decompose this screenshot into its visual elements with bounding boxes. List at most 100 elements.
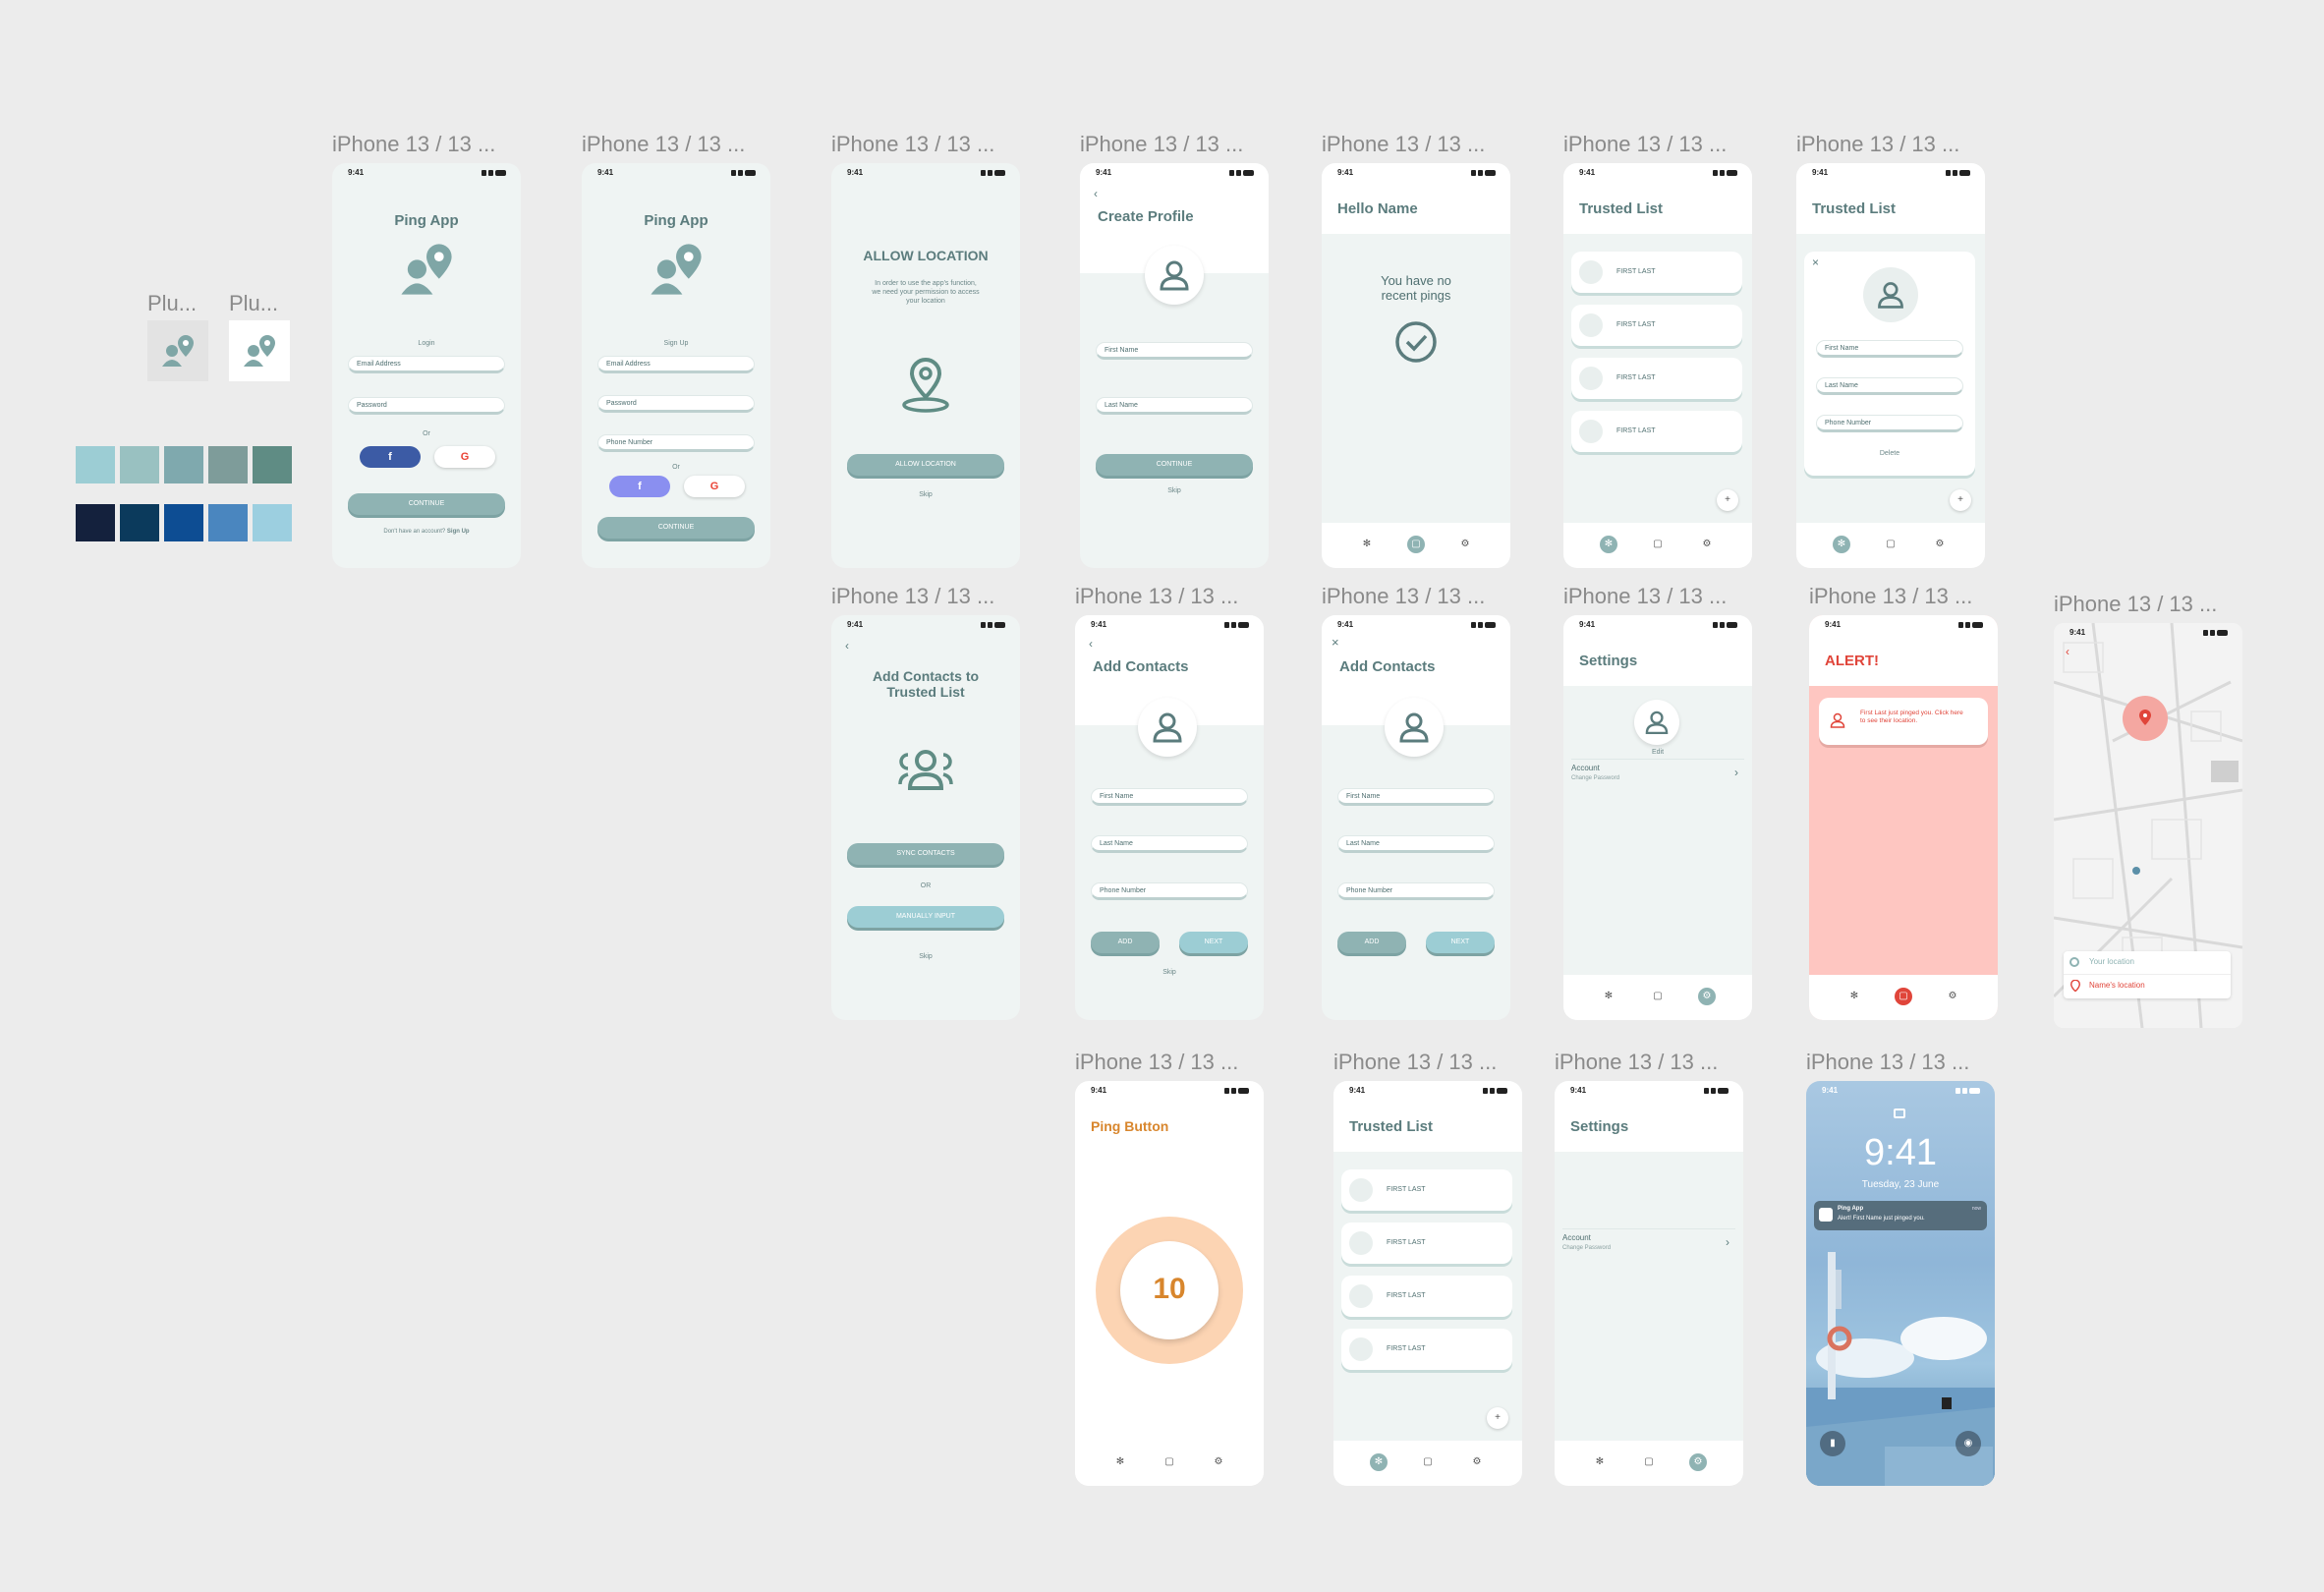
last-name-field[interactable]: Last Name xyxy=(1091,835,1248,853)
avatar[interactable] xyxy=(1634,700,1679,745)
home-nav-icon[interactable]: ▢ xyxy=(1640,1453,1658,1471)
skip-link[interactable]: Skip xyxy=(831,491,1020,498)
google-button[interactable]: G xyxy=(684,476,745,497)
avatar[interactable] xyxy=(1385,698,1444,757)
settings-nav-icon[interactable]: ✻ xyxy=(1600,988,1617,1005)
settings-nav-icon[interactable]: ✻ xyxy=(1358,536,1376,553)
close-icon[interactable]: × xyxy=(1332,635,1339,650)
list-item[interactable]: FIRST LAST xyxy=(1571,252,1742,293)
add-button[interactable]: ADD xyxy=(1091,932,1160,953)
list-item[interactable]: FIRST LAST xyxy=(1341,1169,1512,1211)
first-name-field[interactable]: First Name xyxy=(1091,788,1248,806)
phone-field[interactable]: Phone Number xyxy=(1091,882,1248,900)
password-field[interactable]: Password xyxy=(597,395,755,413)
email-field[interactable]: Email Address xyxy=(348,356,505,373)
color-swatch[interactable] xyxy=(208,504,248,541)
settings-nav-icon[interactable]: ✻ xyxy=(1370,1453,1388,1471)
first-name-field[interactable]: First Name xyxy=(1816,340,1963,358)
plugin-thumb[interactable] xyxy=(229,320,290,381)
settings-nav-icon[interactable]: ✻ xyxy=(1111,1453,1129,1471)
avatar[interactable] xyxy=(1138,698,1197,757)
friend-location-marker[interactable] xyxy=(2123,696,2168,741)
continue-button[interactable]: CONTINUE xyxy=(597,517,755,539)
settings-nav-icon[interactable]: ✻ xyxy=(1591,1453,1609,1471)
list-item[interactable]: FIRST LAST xyxy=(1571,411,1742,452)
add-button[interactable]: ADD xyxy=(1337,932,1406,953)
camera-button[interactable]: ◉ xyxy=(1956,1431,1981,1456)
add-user-button[interactable]: + xyxy=(1717,489,1738,511)
back-chevron-icon[interactable]: ‹ xyxy=(845,639,849,653)
back-chevron-icon[interactable]: ‹ xyxy=(1094,187,1098,200)
next-button[interactable]: NEXT xyxy=(1179,932,1248,953)
next-button[interactable]: NEXT xyxy=(1426,932,1495,953)
add-user-button[interactable]: + xyxy=(1487,1407,1508,1429)
add-user-button[interactable]: + xyxy=(1950,489,1971,511)
last-name-field[interactable]: Last Name xyxy=(1337,835,1495,853)
facebook-button[interactable]: f xyxy=(360,446,421,468)
home-nav-icon[interactable]: ▢ xyxy=(1649,536,1667,553)
avatar[interactable] xyxy=(1145,246,1204,305)
back-chevron-icon[interactable]: ‹ xyxy=(2066,645,2069,658)
settings-nav-icon[interactable]: ✻ xyxy=(1845,988,1863,1005)
last-name-field[interactable]: Last Name xyxy=(1816,377,1963,395)
first-name-field[interactable]: First Name xyxy=(1337,788,1495,806)
first-name-field[interactable]: First Name xyxy=(1096,342,1253,360)
color-swatch[interactable] xyxy=(76,446,115,483)
allow-location-button[interactable]: ALLOW LOCATION xyxy=(847,454,1004,476)
phone-field[interactable]: Phone Number xyxy=(1816,415,1963,432)
edit-link[interactable]: Edit xyxy=(1563,749,1752,756)
list-item[interactable]: FIRST LAST xyxy=(1341,1222,1512,1264)
color-swatch[interactable] xyxy=(120,504,159,541)
gear-nav-icon[interactable]: ⚙ xyxy=(1698,988,1716,1005)
account-row[interactable]: Account Change Password › xyxy=(1562,1228,1735,1259)
home-nav-icon[interactable]: ▢ xyxy=(1895,988,1912,1005)
manual-input-button[interactable]: MANUALLY INPUT xyxy=(847,906,1004,928)
plugin-thumb[interactable] xyxy=(147,320,208,381)
ping-ring[interactable]: 10 xyxy=(1096,1217,1243,1364)
color-swatch[interactable] xyxy=(164,446,203,483)
list-item[interactable]: FIRST LAST xyxy=(1571,305,1742,346)
facebook-button[interactable]: f xyxy=(609,476,670,497)
ping-button[interactable]: 10 xyxy=(1120,1241,1219,1339)
phone-field[interactable]: Phone Number xyxy=(1337,882,1495,900)
sync-contacts-button[interactable]: SYNC CONTACTS xyxy=(847,843,1004,865)
color-swatch[interactable] xyxy=(76,504,115,541)
avatar[interactable] xyxy=(1863,267,1918,322)
home-nav-icon[interactable]: ▢ xyxy=(1882,536,1899,553)
color-swatch[interactable] xyxy=(164,504,203,541)
close-icon[interactable]: × xyxy=(1812,256,1819,269)
delete-link[interactable]: Delete xyxy=(1804,450,1975,457)
list-item[interactable]: FIRST LAST xyxy=(1571,358,1742,399)
home-nav-icon[interactable]: ▢ xyxy=(1161,1453,1178,1471)
gear-nav-icon[interactable]: ⚙ xyxy=(1698,536,1716,553)
skip-link[interactable]: Skip xyxy=(1075,969,1264,976)
back-chevron-icon[interactable]: ‹ xyxy=(1089,637,1093,651)
password-field[interactable]: Password xyxy=(348,397,505,415)
google-button[interactable]: G xyxy=(434,446,495,468)
alert-card[interactable]: First Last just pinged you. Click here t… xyxy=(1819,698,1988,745)
continue-button[interactable]: CONTINUE xyxy=(348,493,505,515)
email-field[interactable]: Email Address xyxy=(597,356,755,373)
home-nav-icon[interactable]: ▢ xyxy=(1407,536,1425,553)
flashlight-button[interactable]: ▮ xyxy=(1820,1431,1845,1456)
signup-link[interactable]: Sign Up xyxy=(447,529,470,535)
color-swatch[interactable] xyxy=(253,504,292,541)
color-swatch[interactable] xyxy=(208,446,248,483)
gear-nav-icon[interactable]: ⚙ xyxy=(1210,1453,1227,1471)
gear-nav-icon[interactable]: ⚙ xyxy=(1944,988,1961,1005)
gear-nav-icon[interactable]: ⚙ xyxy=(1456,536,1474,553)
list-item[interactable]: FIRST LAST xyxy=(1341,1329,1512,1370)
phone-field[interactable]: Phone Number xyxy=(597,434,755,452)
last-name-field[interactable]: Last Name xyxy=(1096,397,1253,415)
color-swatch[interactable] xyxy=(120,446,159,483)
settings-nav-icon[interactable]: ✻ xyxy=(1600,536,1617,553)
account-row[interactable]: Account Change Password › xyxy=(1571,759,1744,789)
home-nav-icon[interactable]: ▢ xyxy=(1649,988,1667,1005)
skip-link[interactable]: Skip xyxy=(1080,487,1269,494)
continue-button[interactable]: CONTINUE xyxy=(1096,454,1253,476)
settings-nav-icon[interactable]: ✻ xyxy=(1833,536,1850,553)
gear-nav-icon[interactable]: ⚙ xyxy=(1931,536,1949,553)
gear-nav-icon[interactable]: ⚙ xyxy=(1689,1453,1707,1471)
home-nav-icon[interactable]: ▢ xyxy=(1419,1453,1437,1471)
gear-nav-icon[interactable]: ⚙ xyxy=(1468,1453,1486,1471)
